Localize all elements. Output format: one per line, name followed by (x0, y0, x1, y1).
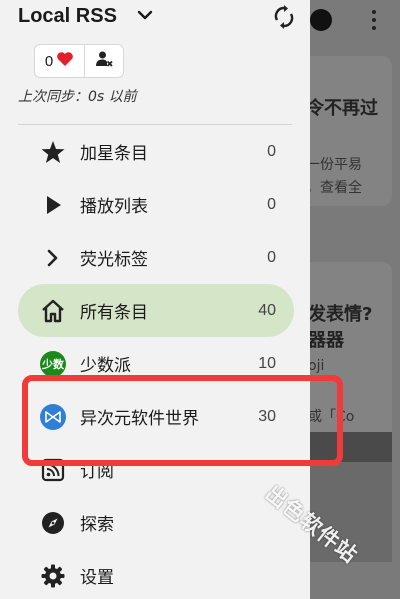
nav-item-label: 荧光标签 (80, 250, 148, 270)
star-icon (40, 139, 66, 165)
nav-item-label: 加星条目 (80, 144, 148, 164)
nav-item-count: 10 (258, 354, 276, 372)
nav-item-count: 0 (267, 195, 276, 213)
heart-icon (56, 51, 74, 71)
nav-item-playlist[interactable]: 播放列表 0 (18, 178, 294, 231)
compass-icon (40, 510, 66, 536)
nav-item-label: 探索 (80, 515, 114, 535)
last-sync-status: 上次同步：0s 以前 (18, 89, 137, 105)
account-chips: 0 (34, 44, 124, 78)
navigation-drawer: Local RSS 0 上次同步：0s 以前 加星条目 0 播放列表 0 荧光标… (0, 0, 310, 599)
article-title: 发表情? (308, 304, 373, 325)
article-source: oji (308, 358, 325, 374)
nav-item-starred[interactable]: 加星条目 0 (18, 125, 294, 178)
account-manage-chip[interactable] (85, 45, 123, 77)
home-icon (40, 298, 66, 324)
nav-item-settings[interactable]: 设置 (18, 549, 294, 599)
play-icon (40, 192, 66, 218)
chevron-down-icon[interactable] (136, 6, 154, 24)
sync-icon[interactable] (272, 4, 296, 30)
nav-item-explore[interactable]: 探索 (18, 496, 294, 549)
nav-item-count: 0 (267, 248, 276, 266)
more-vert-icon[interactable] (364, 6, 384, 34)
nav-item-count: 40 (258, 301, 276, 319)
person-remove-icon (95, 50, 113, 72)
article-title: 令不再过 (306, 98, 378, 119)
nav-item-all[interactable]: 所有条目 40 (18, 284, 294, 337)
gear-icon (40, 563, 66, 589)
drawer-header: Local RSS (0, 0, 310, 40)
nav-item-tags[interactable]: 荧光标签 0 (18, 231, 294, 284)
nav-list: 加星条目 0 播放列表 0 荧光标签 0 所有条目 40 少数 少数派 10 异… (18, 124, 294, 599)
chevron-right-icon (40, 245, 66, 271)
highlight-annotation-box (22, 375, 343, 466)
nav-item-label: 少数派 (80, 356, 131, 376)
nav-item-label: 播放列表 (80, 197, 148, 217)
nav-item-count: 0 (267, 142, 276, 160)
likes-count: 0 (44, 52, 54, 70)
article-title: 器器 (308, 330, 344, 351)
sspai-logo-icon: 少数 (40, 350, 66, 377)
nav-item-label: 设置 (80, 568, 114, 588)
likes-chip[interactable]: 0 (35, 45, 85, 77)
nav-item-label: 所有条目 (80, 303, 148, 323)
article-excerpt: ，查看全 (306, 180, 362, 196)
account-title[interactable]: Local RSS (18, 5, 117, 28)
article-excerpt: 一份平易 (306, 157, 362, 173)
avatar[interactable] (310, 9, 332, 31)
